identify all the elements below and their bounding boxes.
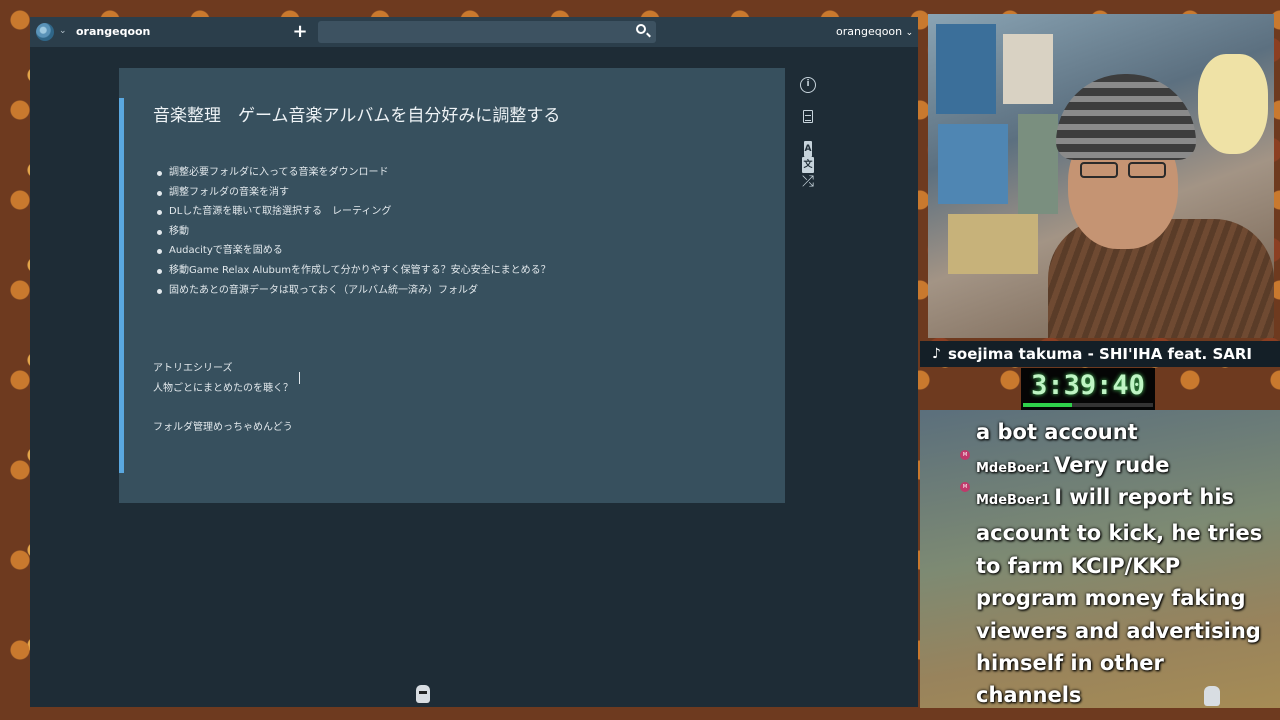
note-paragraph[interactable]: 人物ごとにまとめたのを聴く？ — [153, 379, 293, 394]
list-item[interactable]: 調整フォルダの音楽を消す — [157, 183, 551, 203]
glasses — [1076, 162, 1172, 180]
poster — [936, 24, 996, 114]
chat-overlay: a bot account M MdeBoer1 Very rude M MdeB… — [920, 410, 1280, 708]
list-item[interactable]: 固めたあとの音源データは取っておく（アルバム統一済み）フォルダ — [157, 281, 551, 301]
now-playing-bar: ♪ soejima takuma - SHI'IHA feat. SARI — [920, 341, 1280, 367]
note-paragraph[interactable]: アトリエシリーズ — [153, 359, 233, 374]
plush-toy — [1198, 54, 1268, 154]
timer-value: 3:39:40 — [1031, 370, 1145, 401]
chat-message: a bot account — [976, 416, 1266, 448]
top-bar: ⌄ orangeqoon + orangeqoon ⌄ — [30, 17, 918, 47]
search-icon[interactable] — [636, 24, 646, 34]
workspace-username[interactable]: orangeqoon — [76, 25, 150, 38]
mascot-sprite — [1204, 686, 1220, 706]
notes-app-window: ⌄ orangeqoon + orangeqoon ⌄ 音楽整理 ゲーム音楽アル… — [30, 17, 918, 707]
translate-icon[interactable]: A文 — [800, 141, 816, 173]
poster — [948, 214, 1038, 274]
chat-message-text: I will report his account to kick, he tr… — [976, 485, 1263, 708]
add-note-button[interactable]: + — [292, 21, 308, 43]
timer-progress-bar — [1023, 403, 1153, 407]
chat-message: MdeBoer1 I will report his account to kic… — [976, 481, 1266, 708]
document-icon[interactable] — [800, 109, 816, 125]
streamer-hat — [1056, 74, 1196, 160]
chevron-down-icon: ⌄ — [905, 28, 914, 38]
poster — [1018, 114, 1058, 214]
note-editor[interactable]: 音楽整理 ゲーム音楽アルバムを自分好みに調整する 調整必要フォルダに入ってる音楽… — [119, 68, 785, 503]
chat-username: MdeBoer1 — [976, 493, 1051, 508]
user-badge-icon: M — [960, 482, 970, 492]
chat-message-text: a bot account — [976, 420, 1138, 444]
chat-username: MdeBoer1 — [976, 461, 1051, 476]
account-menu[interactable]: orangeqoon ⌄ — [836, 25, 913, 38]
shuffle-icon[interactable]: ⤮ — [800, 173, 816, 189]
stream-timer: 3:39:40 — [1021, 368, 1155, 410]
mascot-sprite — [416, 685, 430, 703]
search-input[interactable] — [318, 21, 656, 43]
list-item[interactable]: Audacityで音楽を固める — [157, 241, 551, 261]
music-note-icon: ♪ — [932, 346, 941, 362]
poster — [1003, 34, 1053, 104]
list-item[interactable]: 移動 — [157, 222, 551, 242]
text-cursor — [299, 372, 300, 384]
timer-progress-fill — [1023, 403, 1073, 407]
chat-message-text: Very rude — [1054, 453, 1170, 477]
bullet-list[interactable]: 調整必要フォルダに入ってる音楽をダウンロード 調整フォルダの音楽を消す DLした… — [153, 163, 551, 300]
note-title[interactable]: 音楽整理 ゲーム音楽アルバムを自分好みに調整する — [153, 101, 560, 126]
streamer-body — [1048, 219, 1274, 338]
chat-message: MdeBoer1 Very rude — [976, 449, 1266, 485]
poster — [938, 124, 1008, 204]
song-title: soejima takuma - SHI'IHA feat. SARI — [948, 345, 1252, 363]
webcam-feed — [928, 14, 1274, 338]
app-logo-icon[interactable] — [36, 23, 54, 41]
list-item[interactable]: 移動Game Relax Alubumを作成して分かりやすく保管する？安心安全に… — [157, 261, 551, 281]
user-badge-icon: M — [960, 450, 970, 460]
note-paragraph[interactable]: フォルダ管理めっちゃめんどう — [153, 418, 293, 433]
chevron-down-icon[interactable]: ⌄ — [59, 26, 67, 36]
info-icon[interactable]: i — [800, 77, 816, 93]
list-item[interactable]: 調整必要フォルダに入ってる音楽をダウンロード — [157, 163, 551, 183]
account-username: orangeqoon — [836, 25, 903, 38]
list-item[interactable]: DLした音源を聴いて取捨選択する レーティング — [157, 202, 551, 222]
